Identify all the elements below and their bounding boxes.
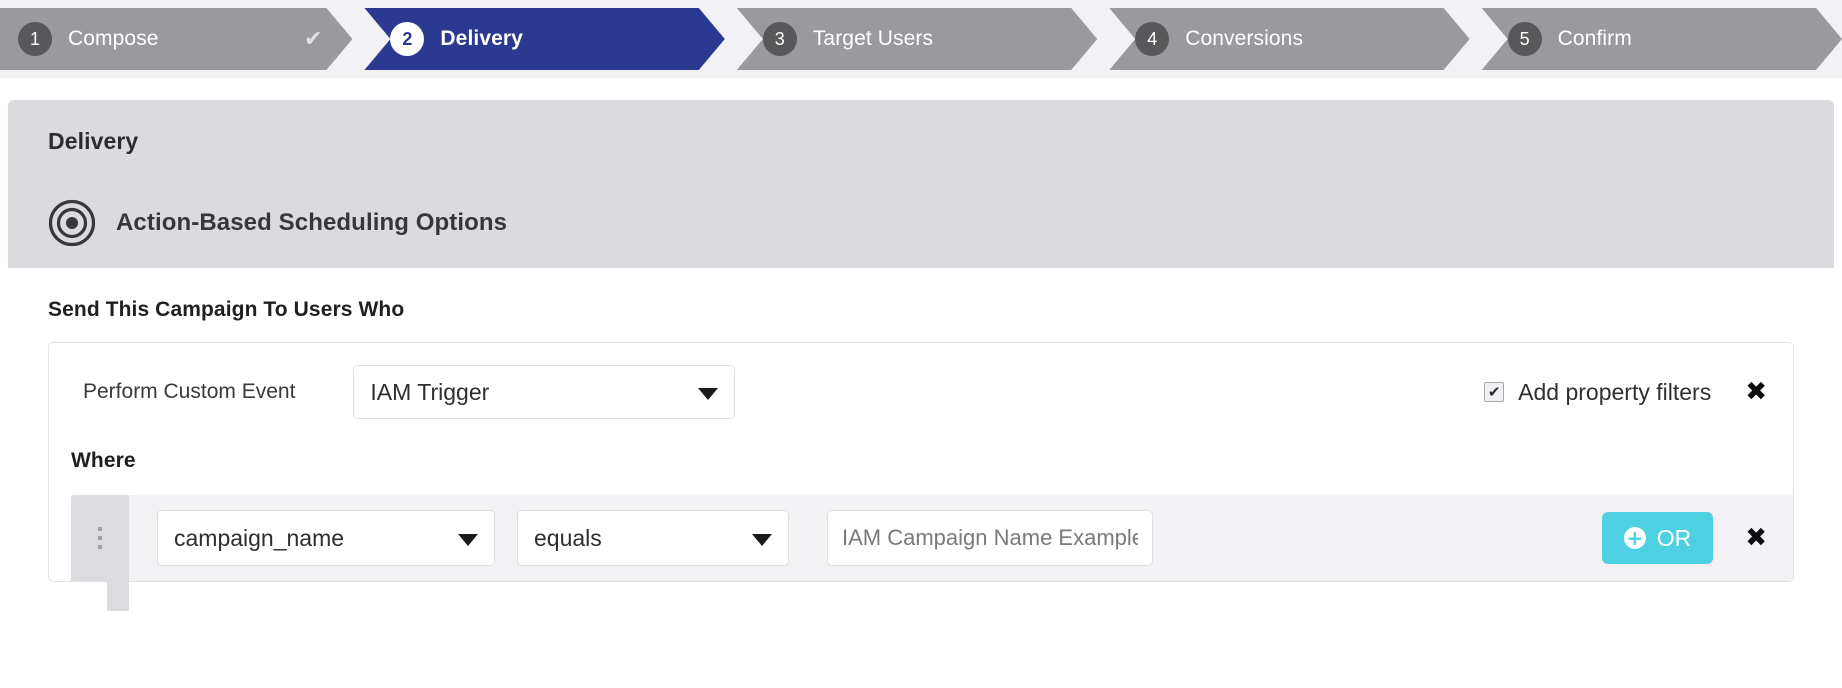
step-number-3: 3 xyxy=(763,22,797,56)
step-label-confirm: Confirm xyxy=(1557,27,1632,50)
step-number-2: 2 xyxy=(390,22,424,56)
check-icon: ✔ xyxy=(303,26,323,51)
chevron-down-icon xyxy=(752,534,772,546)
scheduling-title: Action-Based Scheduling Options xyxy=(116,209,508,236)
chevron-down-icon xyxy=(698,388,719,400)
action-based-scheduling-header: Action-Based Scheduling Options xyxy=(48,199,1834,247)
trigger-card: Perform Custom Event IAM Trigger ✔ Add p… xyxy=(48,342,1794,611)
step-number-1: 1 xyxy=(18,22,52,56)
step-target-users[interactable]: 3 Target Users xyxy=(737,8,1097,70)
plus-circle-icon: + xyxy=(1623,527,1646,549)
wizard-stepper-bar: 1 Compose ✔ 2 Delivery 3 Target Users 4 … xyxy=(0,0,1842,78)
add-or-condition-button[interactable]: + OR xyxy=(1601,512,1714,564)
step-compose[interactable]: 1 Compose ✔ xyxy=(0,8,352,70)
chevron-down-icon xyxy=(458,534,478,546)
filter-value-input[interactable] xyxy=(827,510,1153,566)
delivery-panel-header: Delivery Action-Based Scheduling Options xyxy=(8,100,1834,268)
filter-field-value: campaign_name xyxy=(174,524,345,551)
delivery-body: Send This Campaign To Users Who Perform … xyxy=(8,268,1834,611)
step-label-delivery: Delivery xyxy=(440,27,523,50)
step-confirm[interactable]: 5 Confirm xyxy=(1482,8,1842,70)
remove-filter-button[interactable]: ✖ xyxy=(1745,525,1767,551)
step-number-5: 5 xyxy=(1508,22,1542,56)
bullseye-icon xyxy=(48,199,96,247)
custom-event-select[interactable]: IAM Trigger xyxy=(353,365,736,419)
step-conversions[interactable]: 4 Conversions xyxy=(1109,8,1469,70)
filter-operator-value: equals xyxy=(534,524,602,551)
custom-event-select-value: IAM Trigger xyxy=(370,378,490,405)
drag-dots-icon xyxy=(98,527,102,549)
step-label-target-users: Target Users xyxy=(812,27,934,50)
section-title: Send This Campaign To Users Who xyxy=(48,298,405,321)
page-title: Delivery xyxy=(48,128,139,154)
filter-field-select[interactable]: campaign_name xyxy=(157,510,495,566)
step-label-conversions: Conversions xyxy=(1185,27,1304,50)
wizard-stepper: 1 Compose ✔ 2 Delivery 3 Target Users 4 … xyxy=(0,8,1842,70)
filter-controls: campaign_name equals + OR ✖ xyxy=(129,495,1793,581)
filter-drag-handle[interactable] xyxy=(71,495,129,581)
add-property-filters-group[interactable]: ✔ Add property filters xyxy=(1484,379,1711,406)
step-number-4: 4 xyxy=(1135,22,1169,56)
perform-custom-event-label: Perform Custom Event xyxy=(83,380,296,403)
filter-connector xyxy=(107,581,129,611)
add-property-filters-label: Add property filters xyxy=(1518,378,1712,405)
add-or-condition-label: OR xyxy=(1656,524,1692,551)
checkbox-check-glyph: ✔ xyxy=(1487,383,1501,401)
custom-event-row: Perform Custom Event IAM Trigger ✔ Add p… xyxy=(49,343,1793,441)
step-label-compose: Compose xyxy=(68,27,159,50)
filter-row: campaign_name equals + OR ✖ xyxy=(71,495,1793,611)
remove-trigger-button[interactable]: ✖ xyxy=(1745,379,1767,405)
add-property-filters-checkbox[interactable]: ✔ xyxy=(1484,382,1505,402)
where-label: Where xyxy=(71,449,136,472)
step-delivery[interactable]: 2 Delivery xyxy=(364,8,724,70)
filter-operator-select[interactable]: equals xyxy=(517,510,789,566)
